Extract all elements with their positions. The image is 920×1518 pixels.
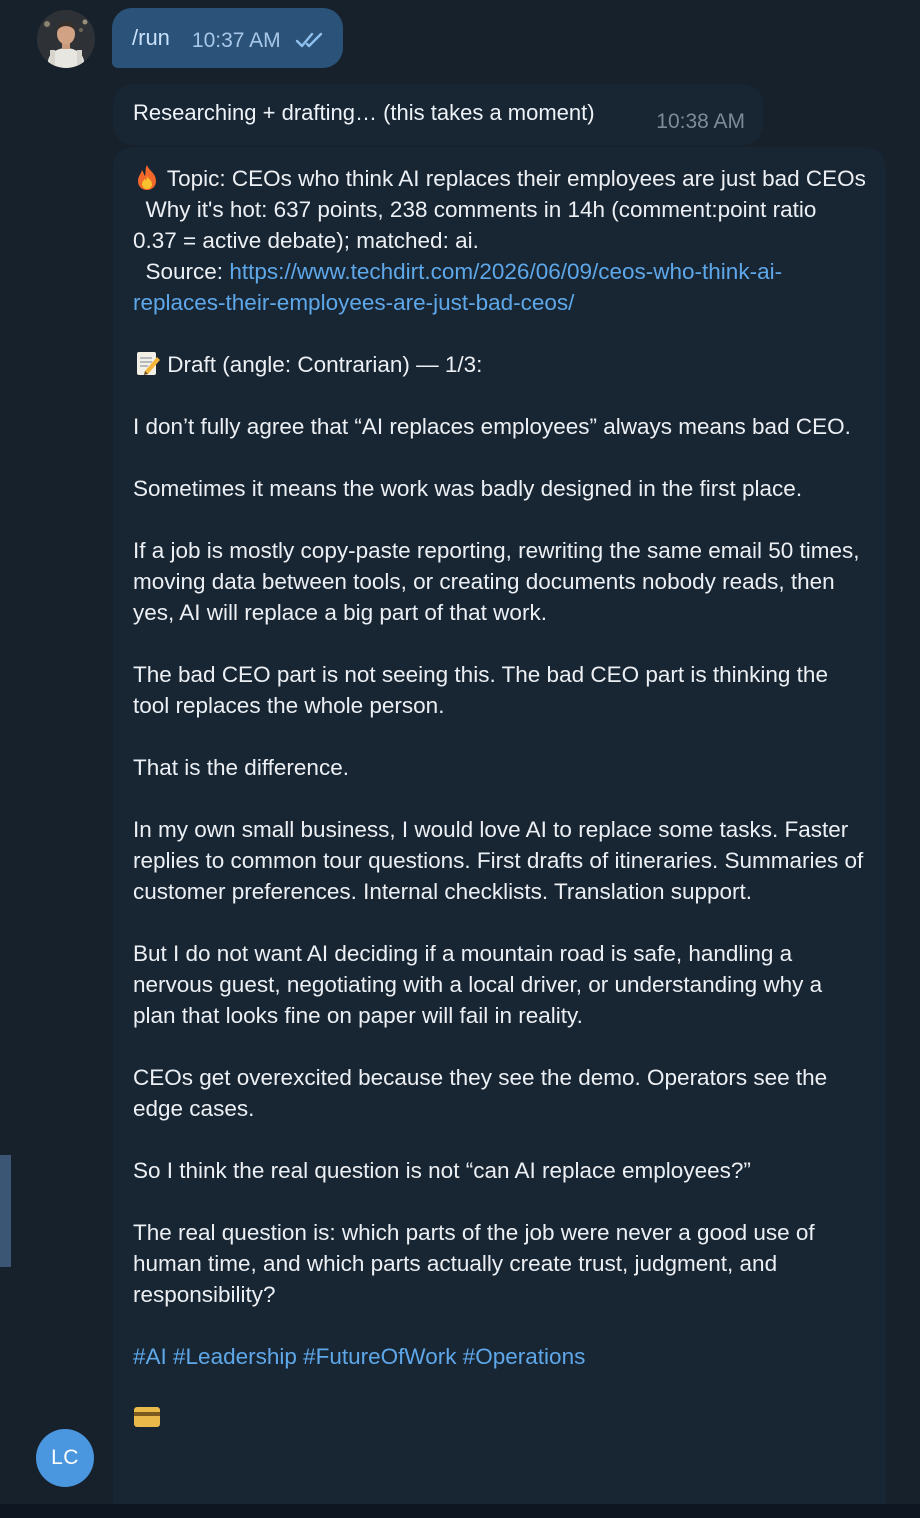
person-photo-icon	[37, 10, 95, 68]
bot-message-bubble[interactable]: Topic: CEOs who think AI replaces their …	[113, 147, 886, 1518]
paragraph: CEOs get overexcited because they see th…	[133, 1065, 834, 1121]
scroll-indicator[interactable]	[0, 1155, 11, 1267]
paragraph: So I think the real question is not “can…	[133, 1158, 751, 1183]
paragraph: But I do not want AI deciding if a mount…	[133, 941, 829, 1028]
card-icon	[134, 1407, 160, 1427]
outgoing-message-bubble[interactable]: /run 10:37 AM	[112, 8, 343, 68]
bottom-edge	[0, 1504, 920, 1518]
status-message-bubble[interactable]: Researching + drafting… (this takes a mo…	[113, 84, 763, 145]
draft-header: Draft (angle: Contrarian) — 1/3:	[167, 352, 483, 377]
fire-icon	[138, 165, 156, 190]
source-label: Source:	[133, 259, 230, 284]
paragraph: If a job is mostly copy-paste reporting,…	[133, 538, 866, 625]
source-link[interactable]: https://www.techdirt.com/2026/06/09/ceos…	[133, 259, 782, 315]
paragraph: The bad CEO part is not seeing this. The…	[133, 662, 835, 718]
message-body: Topic: CEOs who think AI replaces their …	[133, 163, 866, 1434]
command-text[interactable]: /run	[132, 25, 170, 51]
why-hot-text: Why it's hot: 637 points, 238 comments i…	[133, 197, 823, 253]
bot-avatar[interactable]: LC	[36, 1429, 94, 1487]
paragraph: Sometimes it means the work was badly de…	[133, 476, 803, 501]
paragraph: That is the difference.	[133, 755, 349, 780]
paragraph: In my own small business, I would love A…	[133, 817, 870, 904]
paragraph: I don’t fully agree that “AI replaces em…	[133, 414, 851, 439]
message-time: 10:38 AM	[656, 110, 745, 133]
status-message-text: Researching + drafting… (this takes a mo…	[133, 100, 595, 125]
double-check-icon	[295, 32, 322, 48]
user-photo-avatar[interactable]	[37, 10, 95, 68]
paragraph: The real question is: which parts of the…	[133, 1220, 821, 1307]
message-time: 10:37 AM	[191, 29, 281, 52]
hashtags[interactable]: #AI #Leadership #FutureOfWork #Operation…	[133, 1344, 585, 1369]
memo-icon	[137, 352, 160, 375]
topic-text: Topic: CEOs who think AI replaces their …	[166, 166, 866, 191]
chat-area[interactable]: /run 10:37 AM Researching + drafting… (t…	[0, 0, 920, 1518]
